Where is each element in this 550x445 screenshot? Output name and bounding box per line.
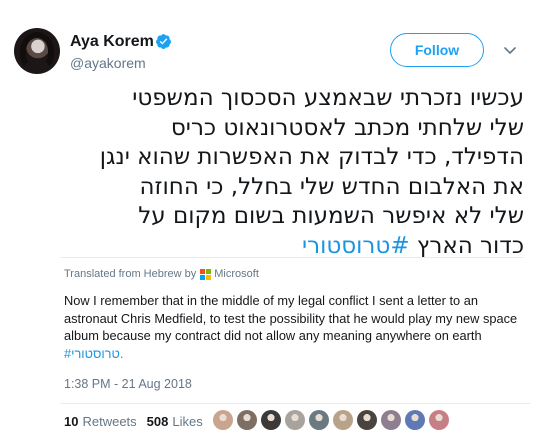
liker-avatar[interactable] bbox=[357, 410, 377, 430]
tweet-line: עכשיו נזכרתי שבאמצע הסכסוך המשפטי bbox=[132, 85, 524, 111]
engagement-stats: 10 Retweets 508 Likes bbox=[64, 414, 203, 429]
liker-avatar[interactable] bbox=[429, 410, 449, 430]
retweets-count: 10 bbox=[64, 414, 79, 429]
divider bbox=[60, 403, 530, 404]
liker-avatar[interactable] bbox=[285, 410, 305, 430]
hashtag-link[interactable]: #טרוסטורי bbox=[302, 233, 410, 259]
retweets-stat[interactable]: 10 Retweets bbox=[64, 414, 137, 429]
translated-text: Now I remember that in the middle of my … bbox=[64, 292, 529, 362]
retweets-label: Retweets bbox=[82, 414, 137, 429]
timestamp[interactable]: 1:38 PM - 21 Aug 2018 bbox=[64, 377, 192, 391]
tweet-line: את האלבום החדש שלי בחלל, כי החוזה bbox=[139, 173, 524, 200]
tweet-card: Aya Korem @ayakorem Follow עכשיו נזכרתי … bbox=[0, 0, 550, 445]
follow-button[interactable]: Follow bbox=[390, 33, 484, 67]
liker-avatar[interactable] bbox=[333, 410, 353, 430]
verified-badge-icon bbox=[156, 34, 171, 49]
likes-count: 508 bbox=[146, 414, 169, 429]
liker-avatar[interactable] bbox=[237, 410, 257, 430]
chevron-down-icon[interactable] bbox=[502, 42, 518, 58]
translation-body: Now I remember that in the middle of my … bbox=[64, 293, 518, 343]
translation-attribution: Translated from Hebrew by Microsoft bbox=[64, 268, 259, 280]
translated-hashtag-link[interactable]: #טרוסטורי. bbox=[64, 346, 123, 361]
tweet-line: הדפילד, כדי לבדוק את האפשרות שהוא ינגן bbox=[99, 144, 524, 171]
avatar[interactable] bbox=[14, 28, 60, 74]
liker-avatar[interactable] bbox=[405, 410, 425, 430]
tweet-line: כדור הארץ bbox=[416, 232, 524, 259]
liker-avatar[interactable] bbox=[381, 410, 401, 430]
author-name[interactable]: Aya Korem bbox=[70, 33, 154, 51]
likes-stat[interactable]: 508 Likes bbox=[147, 414, 203, 429]
divider bbox=[60, 257, 524, 258]
translation-provider[interactable]: Microsoft bbox=[214, 268, 259, 280]
tweet-line: שלי שלחתי מכתב לאסטרונאוט כריס bbox=[170, 114, 524, 141]
likes-label: Likes bbox=[172, 414, 203, 429]
liker-avatars bbox=[213, 410, 449, 430]
liker-avatar[interactable] bbox=[309, 410, 329, 430]
tweet-line: שלי לא איפשר השמעות בשום מקום על bbox=[138, 203, 524, 230]
author-handle[interactable]: @ayakorem bbox=[70, 55, 146, 71]
tweet-text: עכשיו נזכרתי שבאמצע הסכסוך המשפטי שלי של… bbox=[60, 84, 524, 262]
translation-label: Translated from Hebrew by bbox=[64, 268, 197, 280]
liker-avatar[interactable] bbox=[213, 410, 233, 430]
liker-avatar[interactable] bbox=[261, 410, 281, 430]
microsoft-logo-icon bbox=[200, 268, 212, 280]
